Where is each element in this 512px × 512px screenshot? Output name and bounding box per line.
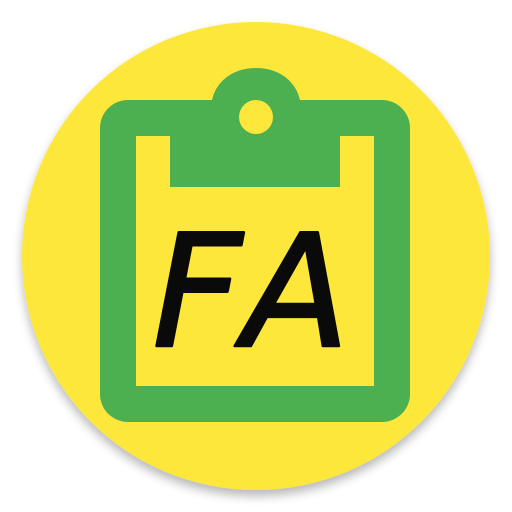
clipboard-clip-hole <box>239 100 273 134</box>
clipboard-icon: FA <box>100 68 410 422</box>
clipboard-label: FA <box>152 201 359 383</box>
app-icon: FA <box>22 22 490 490</box>
